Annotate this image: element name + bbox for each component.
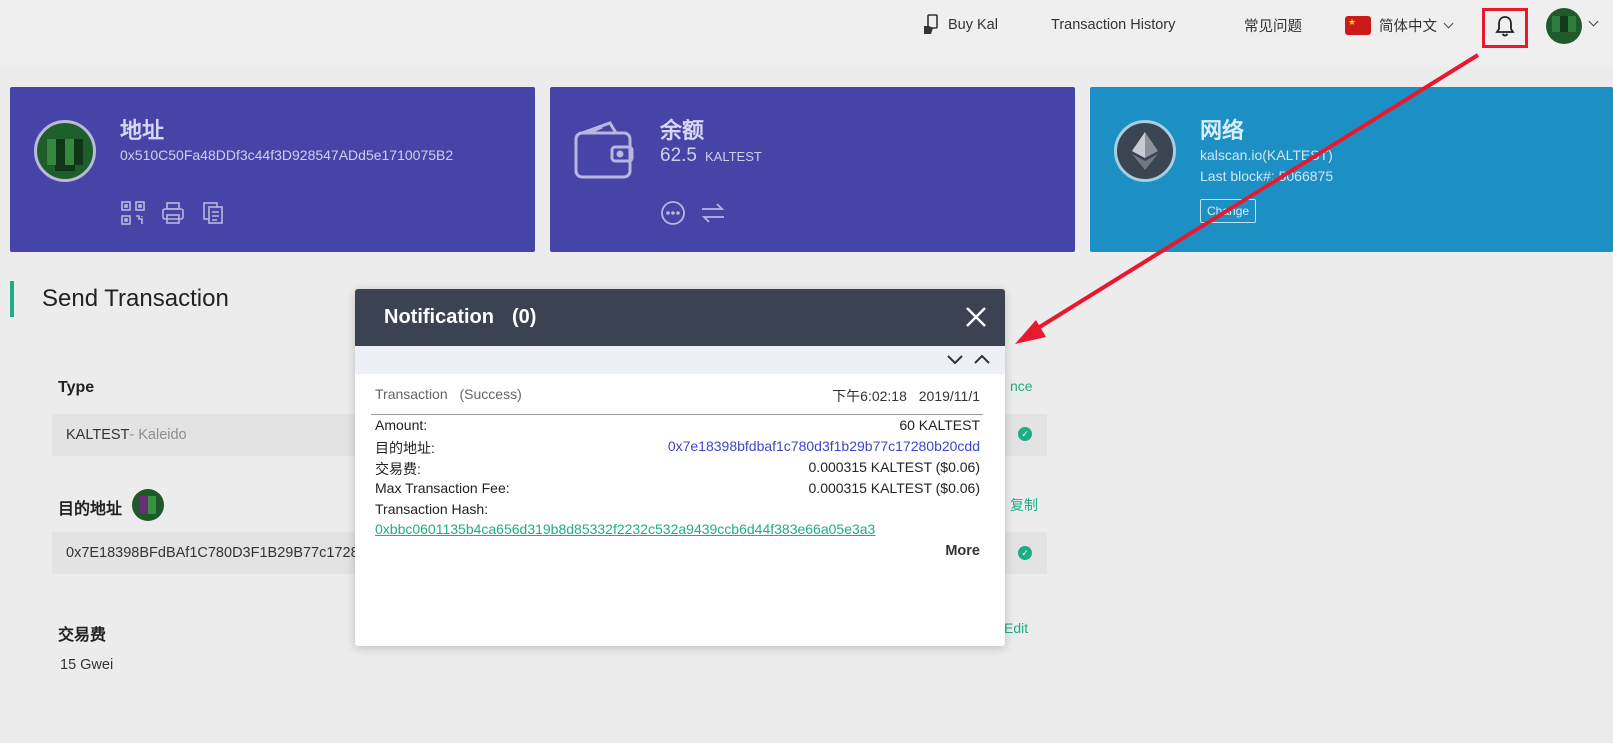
type-sub: - Kaleido [129,427,187,443]
network-name: kalscan.io(KALTEST) [1200,147,1333,163]
faq-label: 常见问题 [1244,18,1302,35]
notification-bell-button[interactable] [1482,8,1528,48]
ethereum-icon [1114,120,1176,182]
address-actions [120,200,226,226]
transfer-icon[interactable] [700,200,726,226]
amount-row: Amount: 60 KALTEST [375,417,980,433]
language-label: 简体中文 [1379,18,1437,35]
notification-time: 下午6:02:18 [832,388,907,404]
balance-title: 余额 [660,118,705,143]
send-transaction-title: Send Transaction [42,285,229,312]
chevron-down-icon[interactable] [1588,16,1599,27]
amount-label: Amount: [375,417,428,433]
network-card: 网络 kalscan.io(KALTEST) Last block#: 5066… [1090,87,1613,252]
more-dots-icon[interactable] [660,200,686,226]
close-icon[interactable] [965,306,987,328]
amount-value: 60 KALTEST [899,417,980,433]
max-fee-label: Max Transaction Fee: [375,480,510,496]
notification-status: (Success) [459,386,522,402]
wallet-address: 0x510C50Fa48DDf3c44f3D928547ADd5e1710075… [120,147,454,163]
modal-toolbar [355,346,1005,374]
wallet-icon [572,119,636,186]
balance-card: 余额 62.5 KALTEST [550,87,1075,252]
recipient-avatar [132,489,164,521]
max-fee-value: 0.000315 KALTEST ($0.06) [808,480,980,496]
language-selector[interactable]: 简体中文 [1345,14,1454,36]
to-address-row: 目的地址: 0x7e18398bfdbaf1c780d3f1b29b77c172… [375,438,980,458]
balance-link[interactable]: nce [1010,378,1033,394]
notification-item-header: Transaction (Success) 下午6:02:18 2019/11/… [375,386,980,406]
transaction-history-label: Transaction History [1051,17,1176,33]
divider [371,414,983,415]
type-label: Type [58,379,95,396]
check-icon: ✓ [1018,546,1032,560]
transaction-hash-link[interactable]: 0xbbc0601135b4ca656d319b8d85332f2232c532… [375,521,875,537]
edit-fee-link[interactable]: Edit [1004,620,1028,636]
user-avatar[interactable] [1546,8,1582,44]
type-value: KALTEST [66,427,130,443]
hand-card-icon [922,14,940,36]
faq-link[interactable]: 常见问题 [1244,14,1302,36]
max-fee-row: Max Transaction Fee: 0.000315 KALTEST ($… [375,480,980,496]
modal-header: Notification (0) [355,289,1005,346]
copy-link[interactable]: 复制 [1010,495,1038,515]
title-accent-bar [10,281,14,317]
balance-unit: KALTEST [704,149,762,164]
change-network-button[interactable]: Change [1200,199,1257,223]
hash-row: Transaction Hash: [375,501,980,517]
fee-value: 15 Gwei [60,657,114,673]
modal-title: Notification [384,306,494,328]
to-address-value: 0x7E18398BFdBAf1C780D3F1B29B77c1728 [66,545,359,561]
to-address-link[interactable]: 0x7e18398bfdbaf1c780d3f1b29b77c17280b20c… [668,438,980,458]
balance-value: 62.5 KALTEST [660,145,762,167]
buy-kal-label: Buy Kal [948,17,998,33]
print-icon[interactable] [160,200,186,226]
last-block: Last block#: 5066875 [1200,168,1334,184]
to-address-label: 目的地址 [58,501,123,518]
fee-value: 0.000315 KALTEST ($0.06) [808,459,980,475]
transaction-history-link[interactable]: Transaction History [1051,14,1175,36]
address-card: 地址 0x510C50Fa48DDf3c44f3D928547ADd5e1710… [10,87,535,252]
chevron-down-icon[interactable] [946,352,964,366]
balance-actions [660,200,726,226]
copy-icon[interactable] [200,200,226,226]
more-link[interactable]: More [945,543,980,559]
check-icon: ✓ [1018,427,1032,441]
fee-label: 交易费: [375,461,421,477]
chevron-down-icon [1443,18,1454,28]
top-header: Buy Kal Transaction History 常见问题 简体中文 [0,0,1613,67]
flag-cn-icon [1345,15,1371,35]
fee-label: 交易费 [58,627,107,644]
notification-date: 2019/11/1 [918,388,980,404]
bell-icon [1495,15,1515,42]
hash-label: Transaction Hash: [375,501,489,517]
to-address-label: 目的地址: [375,440,435,456]
chevron-up-icon[interactable] [973,352,991,366]
notification-count: (0) [512,306,537,328]
fee-row: 交易费: 0.000315 KALTEST ($0.06) [375,459,980,479]
qr-code-icon[interactable] [120,200,146,226]
identicon-avatar [34,120,96,182]
address-title: 地址 [120,118,165,143]
balance-amount: 62.5 [660,145,697,166]
notification-modal: Notification (0) Transaction (Success) 下… [355,289,1005,646]
buy-kal-link[interactable]: Buy Kal [922,14,998,36]
notification-type: Transaction [375,386,448,402]
network-title: 网络 [1200,118,1245,143]
